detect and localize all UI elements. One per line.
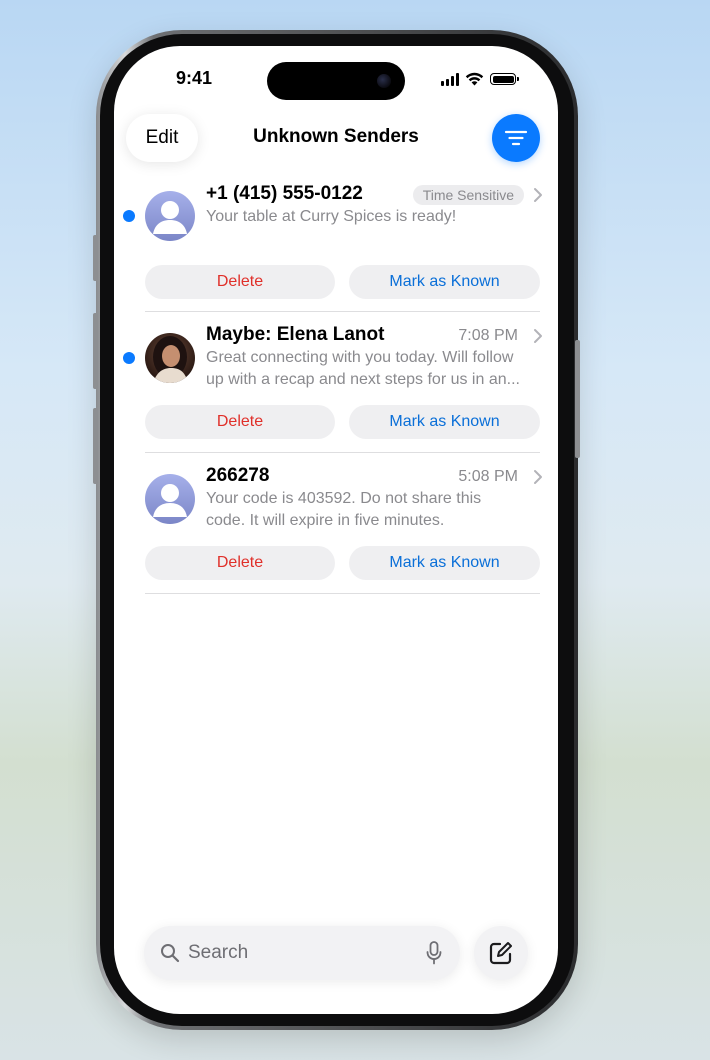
message-preview: Great connecting with you today. Will fo… <box>206 347 540 391</box>
message-preview-line: Great connecting with you today. Will fo… <box>206 349 514 366</box>
edit-button[interactable]: Edit <box>126 114 198 162</box>
volume-up-button <box>93 313 98 389</box>
chevron-right-icon <box>534 188 542 202</box>
page-title: Unknown Senders <box>253 126 419 147</box>
phone-screen: 9:41 Edit Unknown Senders +1 (415) 555-0… <box>114 46 558 1014</box>
message-time: 5:08 PM <box>458 468 518 485</box>
chevron-right-icon <box>534 470 542 484</box>
front-camera <box>377 74 391 88</box>
unread-indicator <box>123 210 135 222</box>
compose-button[interactable] <box>474 926 528 980</box>
message-preview-line: Your code is 403592. Do not share this <box>206 490 482 507</box>
sender-name: +1 (415) 555-0122 <box>206 183 363 204</box>
message-preview-line: up with a recap and next steps for us in… <box>206 371 520 388</box>
contact-photo <box>145 333 195 383</box>
dynamic-island <box>267 62 405 100</box>
wifi-icon <box>465 72 484 86</box>
cellular-signal-icon <box>441 72 459 86</box>
row-divider <box>145 593 540 594</box>
volume-down-button <box>93 408 98 484</box>
message-preview-line: code. It will expire in five minutes. <box>206 512 445 529</box>
delete-button[interactable]: Delete <box>145 405 335 439</box>
message-row[interactable]: +1 (415) 555-0122 Time Sensitive Your ta… <box>114 176 558 326</box>
message-time: 7:08 PM <box>458 327 518 344</box>
filter-button[interactable] <box>492 114 540 162</box>
person-placeholder-icon <box>145 474 195 524</box>
mark-as-known-button[interactable]: Mark as Known <box>349 265 540 299</box>
row-divider <box>145 311 540 312</box>
mark-as-known-button[interactable]: Mark as Known <box>349 546 540 580</box>
sender-name: 266278 <box>206 465 270 486</box>
row-divider <box>145 452 540 453</box>
chevron-right-icon <box>534 329 542 343</box>
time-sensitive-badge: Time Sensitive <box>412 185 524 205</box>
unread-indicator <box>123 352 135 364</box>
search-input[interactable]: Search <box>144 926 460 980</box>
search-placeholder: Search <box>188 942 249 963</box>
delete-button[interactable]: Delete <box>145 546 335 580</box>
filter-icon <box>504 130 528 146</box>
sender-name: Maybe: Elena Lanot <box>206 324 385 345</box>
microphone-icon[interactable] <box>426 941 442 965</box>
message-preview: Your table at Curry Spices is ready! <box>206 208 457 225</box>
delete-button[interactable]: Delete <box>145 265 335 299</box>
battery-icon <box>490 73 519 85</box>
status-icons <box>441 72 519 86</box>
message-preview: Your code is 403592. Do not share this c… <box>206 488 540 532</box>
mark-as-known-button[interactable]: Mark as Known <box>349 405 540 439</box>
status-time: 9:41 <box>176 68 213 88</box>
person-placeholder-icon <box>145 191 195 241</box>
search-icon <box>161 944 180 963</box>
message-row[interactable]: Maybe: Elena Lanot 7:08 PM Great connect… <box>114 316 558 466</box>
power-button <box>575 340 580 458</box>
action-button <box>93 235 98 281</box>
compose-icon <box>489 942 512 965</box>
message-row[interactable]: 266278 5:08 PM Your code is 403592. Do n… <box>114 457 558 607</box>
